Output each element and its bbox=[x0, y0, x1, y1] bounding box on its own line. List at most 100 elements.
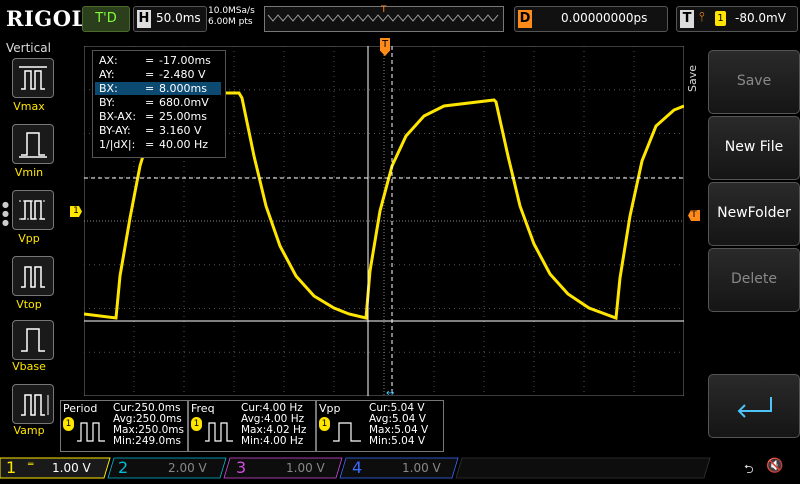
vmax-icon bbox=[19, 66, 47, 90]
cursor-row-freq: 1/|dX|: = 40.00 Hz bbox=[99, 138, 223, 151]
sidebar-title: Vertical bbox=[6, 41, 51, 55]
ch1-coupling-icon: ═ bbox=[28, 460, 34, 470]
delay-value: 0.00000000ps bbox=[561, 11, 648, 25]
measure-vamp-button[interactable] bbox=[12, 384, 54, 424]
cursor-row-bx[interactable]: BX: = 8.000ms bbox=[95, 82, 221, 95]
measure-vmax-label: Vmax bbox=[13, 100, 45, 113]
ch2-number[interactable]: 2 bbox=[118, 458, 128, 478]
ch2-scale[interactable]: 2.00 V bbox=[168, 461, 207, 481]
cursor-eq: = bbox=[145, 68, 155, 81]
usb-icon: ⮌ bbox=[744, 462, 754, 476]
measure-vpp-label: Vpp bbox=[18, 232, 40, 245]
cursor-key: AY: bbox=[99, 68, 115, 81]
meas-title: Period bbox=[63, 402, 98, 415]
trigger-box[interactable]: T ⫯ 1 -80.0mV bbox=[676, 6, 798, 32]
cursor-row-by: BY: = 680.0mV bbox=[99, 96, 223, 109]
timebase-box[interactable]: H 50.0ms bbox=[133, 6, 207, 32]
meas-channel-badge: 1 bbox=[63, 417, 74, 431]
trigger-level-value: -80.0mV bbox=[735, 11, 786, 25]
vbase-icon bbox=[21, 328, 45, 352]
page-indicator-dots: ● ● ● bbox=[2, 200, 9, 227]
speaker-muted-icon[interactable]: 🔇 bbox=[766, 458, 783, 474]
menu-save-button[interactable]: Save bbox=[708, 50, 800, 114]
cursor-key: BX-AX: bbox=[99, 110, 137, 123]
brand-logo: RIGOL bbox=[6, 6, 87, 31]
ch4-number[interactable]: 4 bbox=[352, 458, 362, 478]
ch3-number[interactable]: 3 bbox=[236, 458, 246, 478]
cursor-value: -17.00ms bbox=[159, 54, 211, 67]
meas-min: Min:5.04 V bbox=[369, 435, 426, 447]
delay-label: D bbox=[518, 10, 532, 28]
cursor-eq: = bbox=[145, 82, 155, 95]
menu-new-folder-button[interactable]: NewFolder bbox=[708, 182, 800, 246]
menu-delete-button[interactable]: Delete bbox=[708, 248, 800, 312]
measure-vpp-button[interactable] bbox=[12, 190, 54, 230]
ch4-scale[interactable]: 1.00 V bbox=[402, 461, 441, 481]
vpp-icon bbox=[19, 200, 47, 220]
bx-cursor-arrow-icon: ↔ bbox=[386, 388, 394, 396]
memory-depth: 6.00M pts bbox=[208, 17, 253, 27]
meas-channel-badge: 1 bbox=[319, 417, 330, 431]
vamp-icon bbox=[21, 394, 49, 416]
frequency-icon bbox=[205, 422, 233, 442]
timebase-value: 50.0ms bbox=[156, 11, 201, 25]
measurement-freq[interactable]: Freq 1 Cur:4.00 Hz Avg:4.00 Hz Max:4.02 … bbox=[188, 400, 316, 452]
cursor-value: 3.160 V bbox=[159, 124, 202, 137]
menu-delete-label: Delete bbox=[731, 271, 777, 287]
delay-box[interactable]: D 0.00000000ps bbox=[514, 6, 668, 32]
meas-title: Freq bbox=[191, 402, 215, 415]
rising-edge-icon: ⫯ bbox=[699, 10, 705, 25]
cursor-value: 680.0mV bbox=[159, 96, 209, 109]
cursor-key: BX: bbox=[99, 82, 118, 95]
menu-save-label: Save bbox=[736, 73, 772, 89]
cursor-eq: = bbox=[145, 138, 155, 151]
cursor-row-dy: BY-AY: = 3.160 V bbox=[99, 124, 223, 137]
cursor-eq: = bbox=[145, 124, 155, 137]
cursor-value: 8.000ms bbox=[159, 82, 207, 95]
ch3-scale[interactable]: 1.00 V bbox=[286, 461, 325, 481]
vmin-icon bbox=[19, 132, 47, 158]
cursor-key: BY-AY: bbox=[99, 124, 131, 137]
trigger-label: T bbox=[680, 10, 694, 28]
period-icon bbox=[77, 422, 105, 442]
measure-vbase-label: Vbase bbox=[12, 360, 46, 373]
ch1-offset-marker[interactable]: 1 bbox=[70, 206, 82, 217]
cursor-eq: = bbox=[145, 54, 155, 67]
return-icon bbox=[737, 397, 772, 418]
cursor-eq: = bbox=[145, 96, 155, 109]
cursor-readout-panel: AX: = -17.00ms AY: = -2.480 V BX: = 8.000ms BY… bbox=[92, 50, 226, 158]
trigger-level-marker[interactable]: T bbox=[688, 210, 700, 221]
meas-min: Min:4.00 Hz bbox=[241, 435, 304, 447]
ch1-scale[interactable]: 1.00 V bbox=[52, 461, 91, 481]
sample-rate: 10.0MSa/s bbox=[208, 6, 255, 16]
menu-new-file-label: New File bbox=[724, 139, 784, 155]
sample-info: 10.0MSa/s 6.00M pts bbox=[208, 6, 255, 28]
menu-new-folder-label: NewFolder bbox=[717, 205, 791, 221]
menu-title: Save bbox=[686, 64, 699, 92]
menu-enter-button[interactable] bbox=[708, 374, 800, 438]
cursor-eq: = bbox=[145, 110, 155, 123]
menu-new-file-button[interactable]: New File bbox=[708, 116, 800, 180]
measure-vbase-button[interactable] bbox=[12, 320, 54, 360]
meas-title: Vpp bbox=[319, 402, 341, 415]
cursor-row-dx: BX-AX: = 25.00ms bbox=[99, 110, 223, 123]
measure-vmax-button[interactable] bbox=[12, 58, 54, 98]
vpp-small-icon bbox=[333, 422, 361, 442]
trigger-position-marker: T bbox=[381, 5, 387, 15]
ch1-number[interactable]: 1 bbox=[6, 458, 16, 478]
run-state-badge[interactable]: T'D bbox=[82, 6, 130, 32]
cursor-key: BY: bbox=[99, 96, 115, 109]
cursor-row-ax: AX: = -17.00ms bbox=[99, 54, 223, 67]
cursor-value: -2.480 V bbox=[159, 68, 206, 81]
cursor-key: 1/|dX|: bbox=[99, 138, 136, 151]
meas-min: Min:249.0ms bbox=[113, 435, 181, 447]
measure-vmin-button[interactable] bbox=[12, 124, 54, 164]
horizontal-label: H bbox=[137, 10, 151, 28]
trigger-source-badge: 1 bbox=[715, 11, 726, 26]
measurement-vpp[interactable]: Vpp 1 Cur:5.04 V Avg:5.04 V Max:5.04 V M… bbox=[316, 400, 444, 452]
cursor-row-ay: AY: = -2.480 V bbox=[99, 68, 223, 81]
measure-vtop-button[interactable] bbox=[12, 256, 54, 296]
cursor-value: 25.00ms bbox=[159, 110, 207, 123]
measurement-period[interactable]: Period 1 Cur:250.0ms Avg:250.0ms Max:250… bbox=[60, 400, 188, 452]
meas-channel-badge: 1 bbox=[191, 417, 202, 431]
